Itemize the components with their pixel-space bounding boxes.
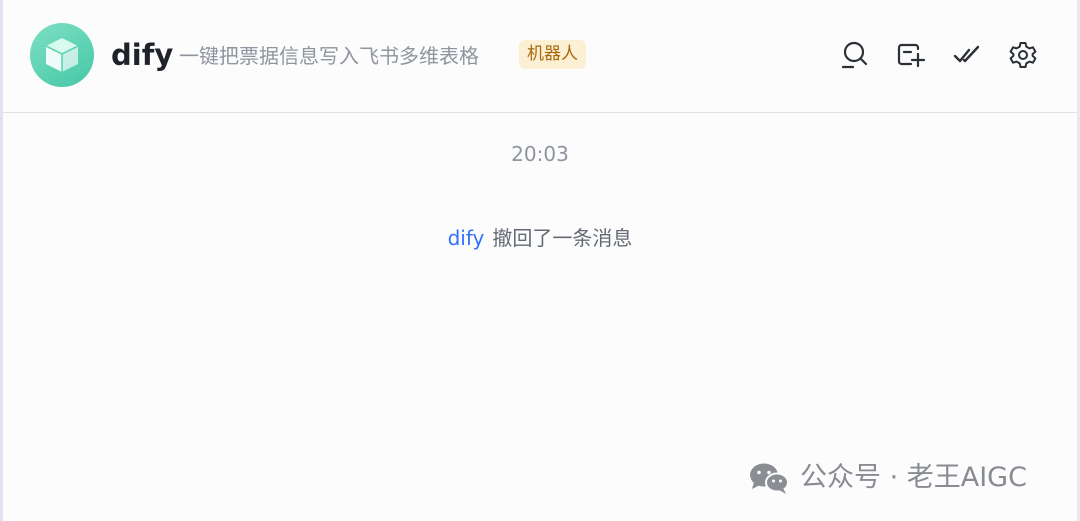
search-icon <box>841 41 868 69</box>
bot-description: 一键把票据信息写入飞书多维表格 <box>179 44 479 68</box>
recall-notice: dify 撤回了一条消息 <box>3 224 1077 252</box>
chat-window: dify 一键把票据信息写入飞书多维表格 机器人 20:03 dify 撤回了一… <box>0 0 1080 521</box>
wechat-icon <box>750 463 789 494</box>
cube-icon <box>45 38 79 72</box>
bot-badge: 机器人 <box>519 40 586 69</box>
watermark: 公众号 · 老王AIGC <box>748 458 1027 498</box>
search-button[interactable] <box>838 38 872 72</box>
recall-text: 撤回了一条消息 <box>492 226 633 250</box>
settings-button[interactable] <box>1006 38 1040 72</box>
add-card-button[interactable] <box>894 38 928 72</box>
watermark-text: 公众号 · 老王AIGC <box>800 462 1027 493</box>
gear-icon <box>1009 42 1037 68</box>
add-card-icon <box>897 43 926 68</box>
message-timestamp: 20:03 <box>511 142 569 166</box>
double-check-icon <box>953 45 980 63</box>
chat-header: dify 一键把票据信息写入飞书多维表格 机器人 <box>3 0 1077 113</box>
bot-name[interactable]: dify <box>111 36 173 74</box>
mark-read-button[interactable] <box>950 38 984 72</box>
bot-avatar[interactable] <box>30 23 94 87</box>
recall-user-link[interactable]: dify <box>448 226 485 250</box>
